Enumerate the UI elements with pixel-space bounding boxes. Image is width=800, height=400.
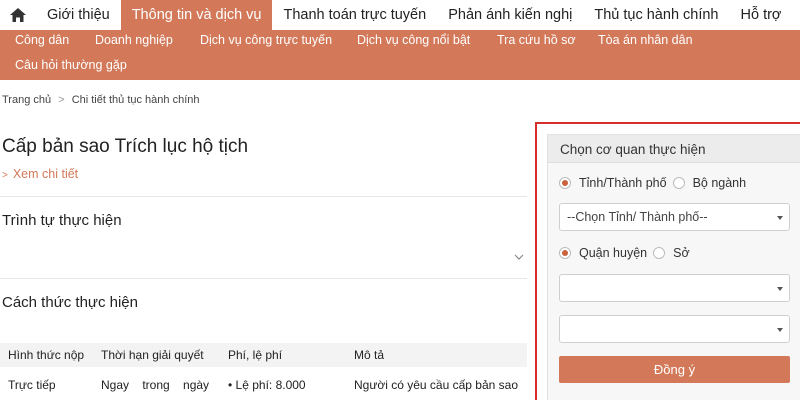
province-select[interactable]: --Chọn Tỉnh/ Thành phố--: [559, 203, 790, 231]
view-details-label: Xem chi tiết: [12, 167, 79, 181]
panel-header: Chọn cơ quan thực hiện: [548, 135, 800, 163]
radio-label: Sở: [673, 246, 690, 260]
breadcrumb-home[interactable]: Trang chủ: [2, 94, 51, 106]
table-header: Hình thức nộp Thời hạn giải quyết Phí, l…: [0, 343, 527, 367]
agency-select[interactable]: [559, 315, 790, 343]
divider: [0, 196, 527, 197]
table-cell: Người có yêu cầu cấp bản sao: [354, 378, 518, 392]
subnav-doanh-nghiep[interactable]: Doanh nghiệp: [95, 33, 173, 47]
chevron-down-icon[interactable]: [514, 247, 524, 265]
column-header: Mô tả: [354, 348, 385, 362]
district-select[interactable]: [559, 274, 790, 302]
dropdown-caret-icon: [777, 287, 783, 291]
subnav-tra-cuu-ho-so[interactable]: Tra cứu hồ sơ: [497, 33, 576, 47]
column-header: Hình thức nộp: [8, 348, 85, 362]
nav-item-thanh-toan[interactable]: Thanh toán trực tuyến: [272, 0, 437, 30]
subnav-dich-vu-cong-noi-bat[interactable]: Dịch vụ công nổi bật: [357, 33, 470, 47]
subnav-cong-dan[interactable]: Công dân: [15, 33, 69, 47]
view-details-link[interactable]: > Xem chi tiết: [2, 167, 78, 181]
select-value: --Chọn Tỉnh/ Thành phố--: [567, 210, 708, 224]
nav-item-phan-anh[interactable]: Phản ánh kiến nghị: [437, 0, 583, 30]
sub-navigation: Công dân Doanh nghiệp Dịch vụ công trực …: [0, 30, 800, 80]
column-header: Phí, lệ phí: [228, 348, 283, 362]
panel-title: Chọn cơ quan thực hiện: [560, 142, 706, 157]
subnav-toa-an[interactable]: Tòa án nhân dân: [598, 33, 693, 47]
home-icon[interactable]: [0, 0, 36, 30]
radio-label: Tỉnh/Thành phố: [579, 176, 667, 190]
breadcrumb: Trang chủ > Chi tiết thủ tục hành chính: [2, 94, 200, 106]
chevron-right-icon: >: [2, 170, 8, 181]
column-header: Thời hạn giải quyết: [101, 348, 204, 362]
top-navigation: Giới thiệu Thông tin và dịch vụ Thanh to…: [0, 0, 800, 30]
dropdown-caret-icon: [777, 328, 783, 332]
table-cell: Ngay trong ngày: [101, 378, 210, 392]
radio-tinh-thanh-pho[interactable]: [559, 177, 571, 189]
breadcrumb-current: Chi tiết thủ tục hành chính: [71, 94, 200, 106]
divider: [0, 278, 527, 279]
nav-item-thong-tin-dich-vu[interactable]: Thông tin và dịch vụ: [120, 0, 273, 30]
nav-item-ho-tro[interactable]: Hỗ trợ: [730, 0, 793, 30]
breadcrumb-separator: >: [58, 94, 65, 106]
radio-quan-huyen[interactable]: [559, 247, 571, 259]
dropdown-caret-icon: [777, 216, 783, 220]
page-title: Cấp bản sao Trích lục hộ tịch: [2, 136, 249, 157]
agency-selection-panel: Chọn cơ quan thực hiện Tỉnh/Thành phố Bộ…: [547, 134, 800, 400]
radio-group-level: Tỉnh/Thành phố Bộ ngành: [559, 176, 752, 190]
radio-label: Bộ ngành: [692, 176, 747, 190]
table-cell: • Lệ phí: 8.000: [228, 378, 306, 392]
submit-button[interactable]: Đồng ý: [559, 356, 790, 383]
radio-label: Quận huyện: [579, 246, 648, 260]
radio-bo-nganh[interactable]: [672, 177, 685, 189]
subnav-dich-vu-cong-truc-tuyen[interactable]: Dịch vụ công trực tuyến: [200, 33, 332, 47]
section-cach-thuc: Cách thức thực hiện: [2, 294, 138, 311]
radio-so[interactable]: [653, 247, 666, 259]
nav-item-gioi-thieu[interactable]: Giới thiệu: [36, 0, 121, 30]
nav-item-thu-tuc[interactable]: Thủ tục hành chính: [583, 0, 729, 30]
section-trinh-tu[interactable]: Trình tự thực hiện: [2, 212, 122, 229]
table-cell: Trực tiếp: [8, 378, 56, 392]
radio-group-sublevel: Quận huyện Sở: [559, 246, 696, 260]
subnav-cau-hoi[interactable]: Câu hỏi thường gặp: [15, 58, 127, 72]
